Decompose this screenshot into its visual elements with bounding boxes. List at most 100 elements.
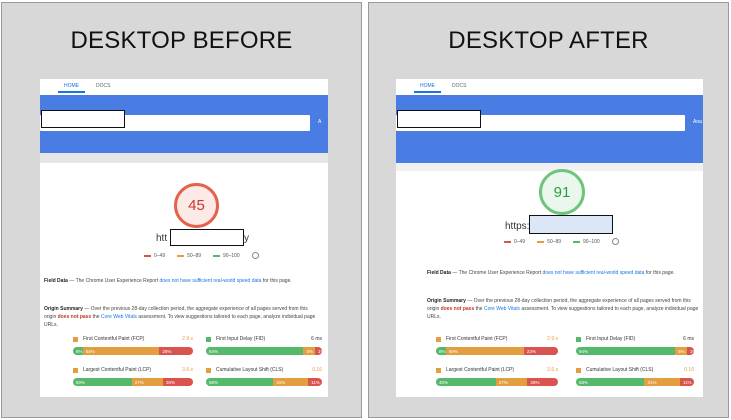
field-data-heading: Field Data xyxy=(427,270,451,276)
bar-segment-r: 28% xyxy=(527,378,558,386)
bar-segment-g: 58% xyxy=(206,378,274,386)
performance-score: 45 xyxy=(188,197,205,214)
metric-value: 0.16 xyxy=(312,367,322,373)
legend-average-marker xyxy=(177,254,185,257)
distribution-bar: 8% 69% 23% xyxy=(436,347,558,355)
legend-fail-marker xyxy=(144,254,151,257)
metric-value: 3.6 s xyxy=(182,367,193,373)
origin-summary-fail: does not pass xyxy=(440,306,475,312)
legend-average: 50–89 xyxy=(537,239,561,245)
legend-pass-marker xyxy=(573,240,581,243)
bar-segment-r: 28% xyxy=(159,347,193,355)
metric-cls: Cumulative Layout Shift (CLS) 0.16 58% 31% 1… xyxy=(206,366,322,392)
metric-header: First Input Delay (FID) 6 ms xyxy=(576,335,694,345)
panel-title: DESKTOP AFTER xyxy=(448,27,649,54)
origin-summary-the: the xyxy=(91,314,101,320)
metric-label[interactable]: First Contentful Paint (FCP) xyxy=(446,336,507,342)
origin-summary-text: Origin Summary — Over the previous 28-da… xyxy=(427,297,699,321)
metric-lcp: Largest Contentful Paint (LCP) 3.6 s 50% 27… xyxy=(73,366,193,392)
metric-value: 2.9 s xyxy=(182,336,193,342)
pagespeed-screenshot: HOME DOCS Ana 91 https: 0–49 50–89 90–10… xyxy=(396,79,703,397)
origin-summary-fail: does not pass xyxy=(57,314,92,320)
field-data-link[interactable]: does not have sufficient real-world spee… xyxy=(543,270,645,276)
bar-segment-g: 40% xyxy=(436,378,496,386)
analyze-button[interactable]: Ana xyxy=(693,119,702,125)
origin-summary-text: Origin Summary — Over the previous 28-da… xyxy=(44,305,320,329)
tab-docs[interactable]: DOCS xyxy=(96,83,110,89)
field-data-heading: Field Data xyxy=(44,278,68,284)
site-url-suffix: y xyxy=(244,233,249,244)
metric-fid: First Input Delay (FID) 6 ms 84%5%1% xyxy=(206,335,322,361)
distribution-bar: 40% 27% 28% xyxy=(436,378,558,386)
metric-label[interactable]: First Input Delay (FID) xyxy=(586,336,635,342)
metric-fcp: First Contentful Paint (FCP) 2.9 s 8% 69% 23… xyxy=(436,335,558,361)
bar-segment-g: 50% xyxy=(73,378,132,386)
metric-label[interactable]: Cumulative Layout Shift (CLS) xyxy=(216,367,283,373)
metric-fid: First Input Delay (FID) 6 ms 94%5%1% xyxy=(576,335,694,361)
legend-fail-label: 0–49 xyxy=(514,238,526,245)
legend-fail-label: 0–49 xyxy=(154,252,166,259)
legend-average-label: 50–89 xyxy=(187,252,202,259)
metric-label[interactable]: First Input Delay (FID) xyxy=(216,336,265,342)
origin-summary-heading: Origin Summary xyxy=(44,306,83,312)
field-data-text: Field Data — The Chrome User Experience … xyxy=(427,269,697,277)
legend-average: 50–89 xyxy=(177,253,201,259)
metric-label[interactable]: First Contentful Paint (FCP) xyxy=(83,336,144,342)
metric-cls: Cumulative Layout Shift (CLS) 0.16 58% 31% 1… xyxy=(576,366,694,392)
field-data-desc: — The Chrome User Experience Report xyxy=(67,278,160,284)
bar-segment-o: 64% xyxy=(82,347,160,355)
metric-lcp: Largest Contentful Paint (LCP) 3.6 s 40% 27… xyxy=(436,366,558,392)
metric-status-icon xyxy=(73,368,78,373)
before-panel: DESKTOP BEFORE HOME DOCS A 45 htt y 0–49… xyxy=(1,2,362,418)
pagespeed-screenshot: HOME DOCS A 45 htt y 0–49 50–89 90–100 F… xyxy=(40,79,328,397)
field-data-link[interactable]: does not have sufficient real-world spee… xyxy=(160,278,262,284)
site-url-prefix: https: xyxy=(505,221,530,232)
origin-summary-the: the xyxy=(474,306,484,312)
field-data-desc-end: for this page. xyxy=(644,270,675,276)
performance-score: 91 xyxy=(553,183,571,201)
metric-header: Cumulative Layout Shift (CLS) 0.16 xyxy=(576,366,694,376)
legend-fail: 0–49 xyxy=(504,239,525,245)
distribution-bar: 58% 31% 11% xyxy=(576,378,694,386)
metric-label[interactable]: Largest Contentful Paint (LCP) xyxy=(83,367,151,373)
core-web-vitals-link[interactable]: Core Web Vitals xyxy=(484,306,520,312)
metric-status-icon xyxy=(206,337,211,342)
tab-home[interactable]: HOME xyxy=(58,83,85,93)
bar-segment-r: 1% xyxy=(686,347,694,355)
distribution-bar: 84%5%1% xyxy=(206,347,322,355)
tab-bar: HOME DOCS xyxy=(40,79,328,95)
metric-label[interactable]: Cumulative Layout Shift (CLS) xyxy=(586,367,653,373)
bar-segment-o: 31% xyxy=(273,378,309,386)
tab-bar: HOME DOCS xyxy=(396,79,703,95)
legend-fail: 0–49 xyxy=(144,253,165,259)
tab-docs[interactable]: DOCS xyxy=(452,83,466,89)
score-legend: 0–49 50–89 90–100 xyxy=(504,238,619,245)
tab-home[interactable]: HOME xyxy=(414,83,441,93)
legend-pass-marker xyxy=(213,254,221,257)
distribution-bar: 8% 64% 28% xyxy=(73,347,193,355)
bar-segment-r: 11% xyxy=(679,378,694,386)
analyze-button[interactable]: A xyxy=(318,119,321,125)
metric-value: 3.6 s xyxy=(547,367,558,373)
after-panel: DESKTOP AFTER HOME DOCS Ana 91 https: 0–… xyxy=(368,2,729,418)
metric-label[interactable]: Largest Contentful Paint (LCP) xyxy=(446,367,514,373)
field-data-desc: — The Chrome User Experience Report xyxy=(450,270,543,276)
distribution-bar: 58% 31% 11% xyxy=(206,378,322,386)
bar-segment-g: 8% xyxy=(73,347,83,355)
metric-value: 0.16 xyxy=(684,367,694,373)
bar-segment-o: 69% xyxy=(445,347,524,355)
metric-status-icon xyxy=(576,337,581,342)
core-web-vitals-link[interactable]: Core Web Vitals xyxy=(101,314,137,320)
bar-segment-g: 8% xyxy=(436,347,446,355)
legend-average-label: 50–89 xyxy=(547,238,562,245)
metric-header: First Contentful Paint (FCP) 2.9 s xyxy=(436,335,558,345)
info-icon[interactable] xyxy=(611,238,619,245)
bar-segment-g: 94% xyxy=(576,347,676,355)
info-icon[interactable] xyxy=(251,252,259,259)
metric-header: First Input Delay (FID) 6 ms xyxy=(206,335,322,345)
metric-status-icon xyxy=(206,368,211,373)
panel-title: DESKTOP BEFORE xyxy=(70,27,293,54)
metric-status-icon xyxy=(576,368,581,373)
metric-value: 2.9 s xyxy=(547,336,558,342)
metric-header: Cumulative Layout Shift (CLS) 0.16 xyxy=(206,366,322,376)
